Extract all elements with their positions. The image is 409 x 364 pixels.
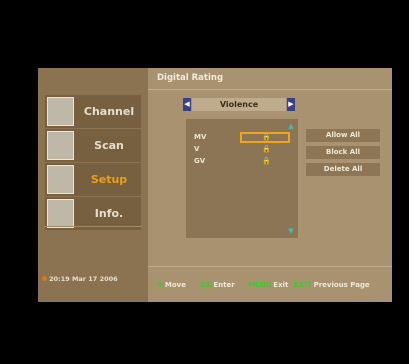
- rating-category-value: Violence: [192, 98, 286, 111]
- allow-all-button[interactable]: Allow All: [306, 129, 380, 142]
- tv-menu-screen: Channel Scan Setup Info. 20:19 Mar 17 20…: [38, 68, 392, 302]
- lock-icon[interactable]: 🔒: [262, 157, 271, 166]
- satellite-dish-icon: [47, 131, 74, 160]
- rating-code: V: [194, 145, 200, 153]
- exit-key-label: EXIT: [294, 281, 312, 289]
- block-all-button[interactable]: Block All: [306, 146, 380, 159]
- hint-move-label: Move: [164, 281, 186, 289]
- panel-title: Digital Rating: [157, 73, 224, 83]
- menu-divider: [44, 226, 142, 227]
- hint-exit: MENU Exit: [248, 281, 288, 289]
- hint-previous-page: EXIT Previous Page: [294, 281, 370, 289]
- rating-category-selector[interactable]: ◀ Violence ▶: [183, 98, 295, 111]
- rating-code: MV: [194, 133, 207, 141]
- menu-item-label: Channel: [83, 105, 135, 118]
- gear-icon: [47, 165, 74, 194]
- hint-move: ✣ Move: [157, 281, 186, 289]
- menu-key-label: MENU: [248, 281, 272, 289]
- rating-row-v[interactable]: V 🔒: [186, 144, 298, 155]
- hint-previous-page-label: Previous Page: [313, 281, 370, 289]
- scroll-up-icon[interactable]: ▲: [287, 122, 295, 130]
- clock-dot-icon: [42, 276, 47, 281]
- menu-item-label: Setup: [90, 173, 128, 186]
- rating-row-mv[interactable]: MV 🔒: [186, 132, 298, 143]
- ok-key-label: OK: [200, 281, 212, 289]
- panel-divider: [148, 89, 392, 90]
- info-magnifier-icon: [47, 199, 74, 228]
- help-bar: ✣ Move OK Enter MENU Exit EXIT Previous Page: [148, 266, 392, 302]
- clock-text: 20:19 Mar 17 2006: [49, 275, 118, 283]
- hint-enter: OK Enter: [200, 281, 235, 289]
- scroll-down-icon[interactable]: ▼: [287, 227, 295, 235]
- lock-icon[interactable]: 🔒: [262, 145, 271, 154]
- menu-item-scan[interactable]: Scan: [45, 129, 141, 162]
- channel-thumbnail-icon: [47, 97, 74, 126]
- move-key-icon: ✣: [157, 281, 163, 289]
- menu-item-channel[interactable]: Channel: [45, 95, 141, 128]
- main-menu: Channel Scan Setup Info. 20:19 Mar 17 20…: [38, 68, 148, 302]
- triangle-left-icon[interactable]: ◀: [183, 98, 191, 111]
- rating-row-gv[interactable]: GV 🔒: [186, 156, 298, 167]
- rating-code: GV: [194, 157, 206, 165]
- digital-rating-panel: Digital Rating ◀ Violence ▶ ▲ MV 🔒 V 🔒 G…: [148, 68, 392, 302]
- hint-enter-label: Enter: [213, 281, 235, 289]
- menu-item-label: Scan: [94, 139, 124, 152]
- lock-icon[interactable]: 🔒: [262, 133, 271, 142]
- triangle-right-icon[interactable]: ▶: [287, 98, 295, 111]
- delete-all-button[interactable]: Delete All: [306, 163, 380, 176]
- rating-list: ▲ MV 🔒 V 🔒 GV 🔒 ▼: [186, 119, 298, 238]
- clock: 20:19 Mar 17 2006: [38, 272, 148, 286]
- menu-item-setup[interactable]: Setup: [45, 163, 141, 196]
- hint-exit-label: Exit: [273, 281, 289, 289]
- help-divider: [148, 266, 392, 267]
